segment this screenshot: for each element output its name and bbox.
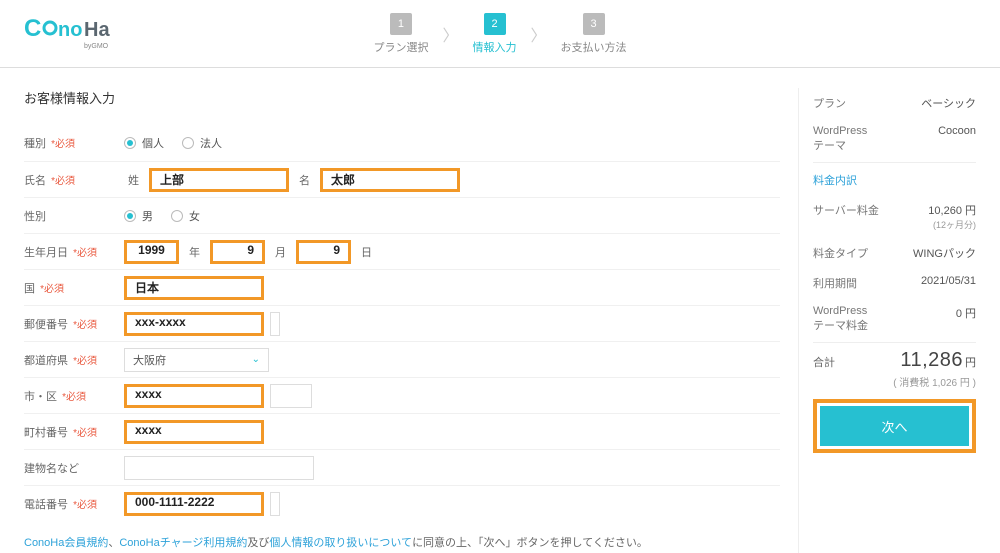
radio-personal[interactable] — [124, 137, 136, 149]
customer-info-form: お客様情報入力 種別 *必須 個人 法人 氏名 *必須 姓 上部 名 太郎 性別 — [24, 88, 780, 553]
gender-label: 性別 — [24, 208, 124, 224]
postal-extra[interactable] — [270, 312, 280, 336]
wp-fee-label: WordPress テーマ料金 — [813, 305, 868, 333]
plan-value: ベーシック — [921, 95, 976, 111]
building-label: 建物名など — [24, 460, 124, 476]
step-label: お支払い方法 — [561, 39, 627, 55]
last-name-prefix: 姓 — [128, 172, 139, 188]
total-unit: 円 — [965, 357, 976, 369]
name-label: 氏名 *必須 — [24, 172, 124, 188]
step-label: 情報入力 — [473, 39, 517, 55]
town-input[interactable]: xxxx — [124, 420, 264, 444]
row-pref: 都道府県 *必須 大阪府 ⌄ — [24, 341, 780, 377]
fee-detail-link[interactable]: 料金内訳 — [813, 172, 857, 188]
svg-text:Ha: Ha — [84, 19, 110, 41]
row-birth: 生年月日 *必須 1999 年 9 月 9 日 — [24, 233, 780, 269]
row-gender: 性別 男 女 — [24, 197, 780, 233]
radio-personal-label: 個人 — [142, 135, 164, 151]
link-privacy[interactable]: 個人情報の取り扱いについて — [269, 537, 412, 549]
progress-steps: 1 プラン選択 〉 2 情報入力 〉 3 お支払い方法 — [373, 13, 626, 55]
order-summary: プラン ベーシック WordPress テーマ Cocoon 料金内訳 サーバー… — [798, 88, 976, 553]
radio-corporate[interactable] — [182, 137, 194, 149]
pref-value: 大阪府 — [133, 352, 166, 368]
building-input[interactable] — [124, 456, 314, 480]
row-phone: 電話番号 *必須 000-1111-2222 — [24, 485, 780, 521]
svg-text:no: no — [58, 19, 82, 41]
city-extra[interactable] — [270, 384, 312, 408]
postal-input[interactable]: xxx-xxxx — [124, 312, 264, 336]
link-terms-member[interactable]: ConoHa会員規約 — [24, 537, 108, 549]
period-label: 利用期間 — [813, 275, 857, 291]
year-suffix: 年 — [189, 244, 200, 260]
row-city: 市・区 *必須 xxxx — [24, 377, 780, 413]
row-postal: 郵便番号 *必須 xxx-xxxx — [24, 305, 780, 341]
row-type: 種別 *必須 個人 法人 — [24, 125, 780, 161]
wp-fee-value: 0 円 — [956, 305, 976, 321]
birth-year-input[interactable]: 1999 — [124, 240, 179, 264]
birth-month-input[interactable]: 9 — [210, 240, 265, 264]
pref-select[interactable]: 大阪府 ⌄ — [124, 348, 269, 372]
logo: C no Ha byGMO — [24, 14, 116, 55]
town-label: 町村番号 *必須 — [24, 424, 124, 440]
row-town: 町村番号 *必須 xxxx — [24, 413, 780, 449]
plan-label: プラン — [813, 95, 846, 111]
theme-label: WordPress テーマ — [813, 125, 867, 153]
next-button[interactable]: 次へ — [820, 406, 969, 446]
server-fee-label: サーバー料金 — [813, 202, 879, 218]
chevron-down-icon: ⌄ — [252, 354, 260, 365]
server-fee-value: 10,260 円 (12ヶ月分) — [928, 202, 976, 231]
radio-male[interactable] — [124, 210, 136, 222]
header: C no Ha byGMO 1 プラン選択 〉 2 情報入力 〉 3 お支払い方… — [0, 0, 1000, 68]
first-name-prefix: 名 — [299, 172, 310, 188]
birth-day-input[interactable]: 9 — [296, 240, 351, 264]
period-value: 2021/05/31 — [921, 275, 976, 287]
month-suffix: 月 — [275, 244, 286, 260]
postal-label: 郵便番号 *必須 — [24, 316, 124, 332]
chevron-right-icon: 〉 — [442, 22, 458, 46]
country-input[interactable]: 日本 — [124, 276, 264, 300]
tax-note: ( 消費税 1,026 円 ) — [813, 374, 976, 389]
total-label: 合計 — [813, 354, 835, 370]
pref-label: 都道府県 *必須 — [24, 352, 124, 368]
radio-male-label: 男 — [142, 208, 153, 224]
step-info: 2 情報入力 — [473, 13, 517, 55]
phone-extra[interactable] — [270, 492, 280, 516]
phone-label: 電話番号 *必須 — [24, 496, 124, 512]
radio-corporate-label: 法人 — [200, 135, 222, 151]
theme-value: Cocoon — [938, 125, 976, 137]
radio-female-label: 女 — [189, 208, 200, 224]
link-terms-charge[interactable]: ConoHaチャージ利用規約 — [119, 537, 247, 549]
next-button-highlight: 次へ — [813, 399, 976, 453]
type-label: 種別 *必須 — [24, 135, 124, 151]
svg-text:byGMO: byGMO — [84, 43, 109, 50]
row-building: 建物名など — [24, 449, 780, 485]
step-plan: 1 プラン選択 — [373, 13, 428, 55]
row-name: 氏名 *必須 姓 上部 名 太郎 — [24, 161, 780, 197]
agreement-text: ConoHa会員規約、ConoHaチャージ利用規約及び個人情報の取り扱いについて… — [24, 535, 780, 553]
step-payment: 3 お支払い方法 — [561, 13, 627, 55]
svg-text:C: C — [24, 15, 41, 42]
chevron-right-icon: 〉 — [531, 22, 547, 46]
country-label: 国 *必須 — [24, 280, 124, 296]
fee-type-value: WINGパック — [913, 245, 976, 261]
day-suffix: 日 — [361, 244, 372, 260]
step-label: プラン選択 — [373, 39, 428, 55]
phone-input[interactable]: 000-1111-2222 — [124, 492, 264, 516]
city-input[interactable]: xxxx — [124, 384, 264, 408]
fee-type-label: 料金タイプ — [813, 245, 868, 261]
radio-female[interactable] — [171, 210, 183, 222]
section-title: お客様情報入力 — [24, 88, 780, 107]
city-label: 市・区 *必須 — [24, 388, 124, 404]
row-country: 国 *必須 日本 — [24, 269, 780, 305]
total-value: 11,286 — [900, 349, 963, 371]
last-name-input[interactable]: 上部 — [149, 168, 289, 192]
birth-label: 生年月日 *必須 — [24, 244, 124, 260]
first-name-input[interactable]: 太郎 — [320, 168, 460, 192]
